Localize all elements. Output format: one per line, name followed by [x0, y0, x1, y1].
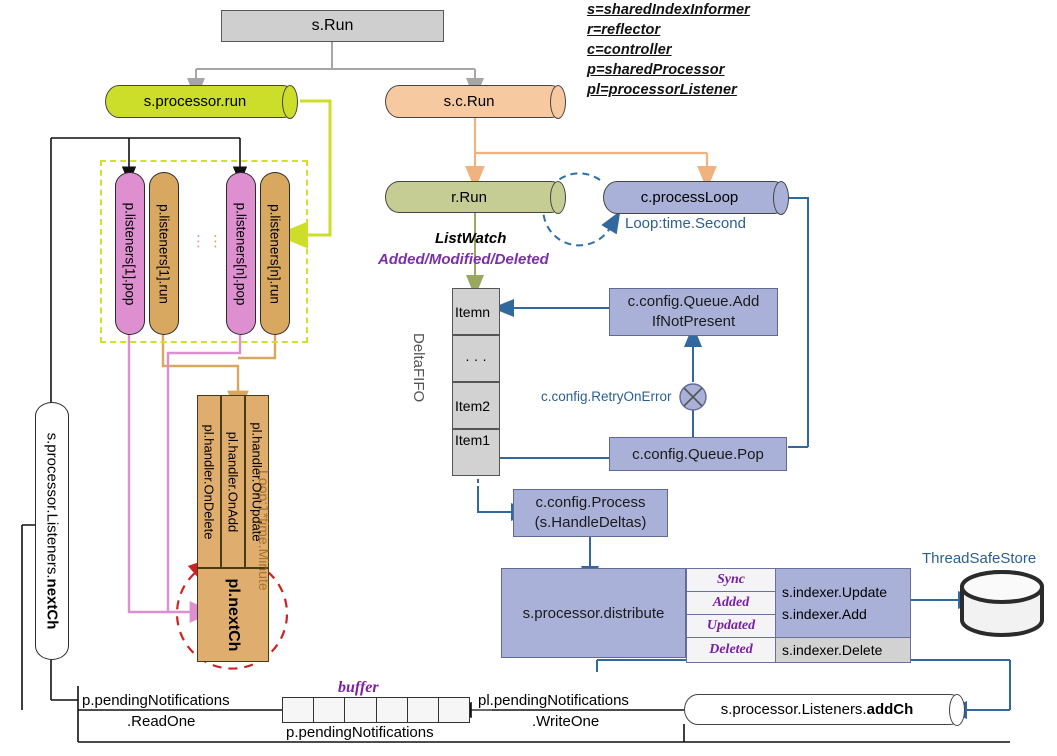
legend-item-p: p=sharedProcessor: [587, 62, 725, 78]
config-process-line-2: (s.HandleDeltas): [534, 514, 647, 531]
label-pending-write-1: pl.pendingNotifications: [478, 692, 629, 709]
node-s-c-run[interactable]: s.c.Run: [385, 84, 566, 119]
buffer-cell[interactable]: [376, 697, 408, 723]
node-handler-on-add-label: pl.handler.OnAdd: [225, 431, 241, 532]
queue-add-line-2: IfNotPresent: [651, 313, 736, 330]
node-config-process[interactable]: c.config.Process (s.HandleDeltas): [513, 489, 668, 537]
label-pending-read-2: .ReadOne: [127, 713, 196, 730]
node-listener-n-run-label: p.listeners[n].run: [267, 203, 283, 304]
node-s-c-run-label: s.c.Run: [443, 93, 495, 110]
nextch-prefix: s.processor.Listeners.: [43, 432, 61, 579]
label-retry-on-error: c.config.RetryOnError: [541, 389, 672, 404]
fifo-item-dots: · · ·: [452, 335, 500, 382]
node-r-run-label: r.Run: [451, 188, 487, 206]
fifo-item-n[interactable]: Itemn: [452, 288, 500, 335]
config-process-line-1: c.config.Process: [535, 494, 646, 511]
event-updated[interactable]: Updated: [686, 614, 776, 638]
node-listener-1-run[interactable]: p.listeners[1].run: [149, 172, 179, 335]
table-row: Sync s.indexer.Update s.indexer.Add: [686, 568, 911, 638]
label-added-modified-deleted: Added/Modified/Deleted: [378, 251, 549, 268]
label-buffer-name: p.pendingNotifications: [286, 724, 434, 741]
label-deltafifo: DeltaFIFO: [410, 333, 427, 403]
node-pl-nextch-label: pl.nextCh: [225, 578, 242, 652]
node-handler-on-update-label: pl.handler.OnUpdate: [249, 421, 265, 542]
node-listener-1-run-label: p.listeners[1].run: [156, 203, 172, 304]
label-buffer: buffer: [338, 679, 379, 696]
node-s-run[interactable]: s.Run: [221, 10, 444, 42]
buffer-cell[interactable]: [282, 697, 315, 723]
label-pending-read-1: p.pendingNotifications: [82, 692, 230, 709]
node-processor-distribute[interactable]: s.processor.distribute: [501, 568, 686, 658]
node-listeners-addch-label: s.processor.Listeners.addCh: [684, 701, 964, 718]
node-r-run[interactable]: r.Run: [385, 180, 566, 214]
event-deleted[interactable]: Deleted: [686, 637, 776, 663]
listeners-ellipsis-2: ⋮: [208, 233, 226, 250]
legend-item-pl: pl=processorListener: [587, 82, 737, 98]
node-handler-on-delete[interactable]: pl.handler.OnDelete: [197, 395, 221, 568]
buffer-cell[interactable]: [345, 697, 377, 723]
label-pending-write-2: .WriteOne: [532, 713, 600, 730]
label-thread-safe-store: ThreadSafeStore: [922, 550, 1037, 567]
node-handler-on-add[interactable]: pl.handler.OnAdd: [221, 395, 245, 568]
node-listener-1-pop[interactable]: p.listeners[1].pop: [115, 172, 145, 335]
fifo-item-2[interactable]: Item2: [452, 382, 500, 429]
node-processor-listeners-nextch[interactable]: s.processor.Listeners.nextCh: [35, 402, 69, 660]
node-listeners-addch[interactable]: s.processor.Listeners.addCh: [684, 693, 965, 726]
node-s-processor-run-label: s.processor.run: [143, 93, 247, 110]
action-indexer-update: s.indexer.Update: [782, 584, 888, 600]
action-indexer-delete[interactable]: s.indexer.Delete: [775, 637, 911, 663]
node-listener-n-pop[interactable]: p.listeners[n].pop: [226, 172, 256, 335]
legend-item-r: r=reflector: [587, 22, 661, 38]
buffer-cell[interactable]: [407, 697, 439, 723]
node-queue-add-if-not-present[interactable]: c.config.Queue.Add IfNotPresent: [609, 288, 778, 336]
action-update-add[interactable]: s.indexer.Update s.indexer.Add: [775, 568, 911, 638]
label-listwatch: ListWatch: [435, 230, 507, 247]
listeners-ellipsis: ⋮: [191, 233, 209, 250]
node-listener-n-run[interactable]: p.listeners[n].run: [260, 172, 290, 335]
node-c-process-loop-label: c.processLoop: [640, 189, 739, 206]
node-processor-listeners-nextch-label: s.processor.Listeners.nextCh: [44, 433, 61, 630]
queue-add-line-1: c.config.Queue.Add: [627, 293, 760, 310]
distribute-mapping-table: Sync s.indexer.Update s.indexer.Add Adde…: [686, 568, 911, 663]
addch-prefix: s.processor.Listeners.: [720, 701, 867, 718]
node-c-process-loop[interactable]: c.processLoop: [603, 180, 789, 215]
node-queue-pop[interactable]: c.config.Queue.Pop: [609, 437, 787, 471]
node-listener-1-pop-label: p.listeners[1].pop: [122, 202, 138, 305]
node-listener-n-pop-label: p.listeners[n].pop: [233, 202, 249, 305]
event-sync[interactable]: Sync: [686, 568, 776, 592]
addch-bold: addCh: [866, 701, 914, 718]
event-added[interactable]: Added: [686, 591, 776, 615]
buffer-cell[interactable]: [314, 697, 346, 723]
action-indexer-add: s.indexer.Add: [782, 606, 867, 622]
table-row: Deleted s.indexer.Delete: [686, 637, 911, 663]
node-handler-on-delete-label: pl.handler.OnDelete: [201, 424, 217, 539]
diagram-canvas: s=sharedIndexInformer r=reflector c=cont…: [0, 0, 1057, 756]
fifo-item-1[interactable]: Item1: [452, 429, 500, 476]
label-loop-time-second: Loop:time.Second: [625, 215, 746, 232]
node-s-processor-run[interactable]: s.processor.run: [105, 84, 298, 119]
legend-item-s: s=sharedIndexInformer: [587, 2, 750, 18]
nextch-bold: nextCh: [43, 578, 61, 630]
buffer-cells[interactable]: [282, 697, 471, 723]
legend-item-c: c=controller: [587, 42, 672, 58]
buffer-cell[interactable]: [438, 697, 471, 723]
